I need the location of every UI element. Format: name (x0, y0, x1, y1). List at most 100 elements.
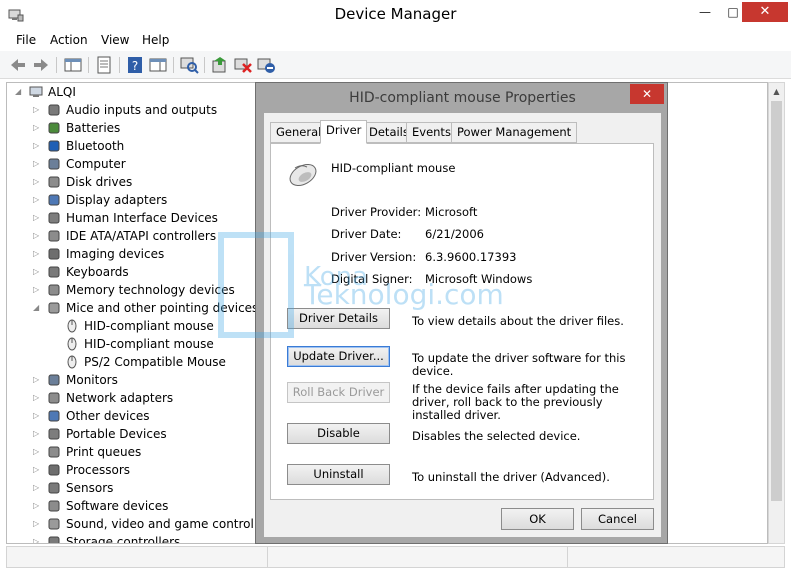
tree-item-label: PS/2 Compatible Mouse (84, 355, 226, 369)
update-driver-button[interactable]: Update Driver... (287, 346, 390, 367)
toolbar-separator (204, 57, 205, 73)
forward-arrow-icon[interactable] (31, 55, 51, 75)
dialog-title: HID-compliant mouse Properties (349, 90, 576, 106)
toolbar: ? (0, 51, 791, 79)
driver-details-button[interactable]: Driver Details (287, 308, 390, 329)
expand-arrow-icon[interactable]: ▷ (33, 515, 43, 533)
toolbar-separator (173, 57, 174, 73)
tree-item-label: Print queues (66, 445, 142, 459)
tree-item-label: HID-compliant mouse (84, 319, 214, 333)
tree-item-label: HID-compliant mouse (84, 337, 214, 351)
expand-arrow-icon[interactable]: ▷ (33, 425, 43, 443)
expand-arrow-icon[interactable]: ▷ (33, 533, 43, 543)
collapse-arrow-icon[interactable]: ◢ (15, 83, 25, 101)
expand-arrow-icon[interactable]: ▷ (33, 389, 43, 407)
category-icon (48, 500, 60, 512)
expand-arrow-icon[interactable]: ▷ (33, 101, 43, 119)
driver-provider-value: Microsoft (425, 205, 478, 219)
category-icon (48, 176, 60, 188)
scan-hardware-icon[interactable] (179, 55, 199, 75)
scroll-up-arrow-icon[interactable]: ▲ (769, 83, 784, 100)
expand-arrow-icon[interactable]: ▷ (33, 281, 43, 299)
help-icon[interactable]: ? (125, 55, 145, 75)
tree-item-label: Memory technology devices (66, 283, 235, 297)
action-pane-icon[interactable] (148, 55, 168, 75)
scrollbar-thumb[interactable] (771, 101, 782, 501)
expand-arrow-icon[interactable]: ▷ (33, 407, 43, 425)
category-icon (48, 266, 60, 278)
category-icon (48, 230, 60, 242)
cancel-button[interactable]: Cancel (581, 508, 654, 530)
menu-view[interactable]: View (101, 32, 129, 48)
expand-arrow-icon[interactable]: ▷ (33, 479, 43, 497)
properties-icon[interactable] (94, 55, 114, 75)
mouse-device-icon (67, 319, 77, 333)
menu-help[interactable]: Help (142, 32, 169, 48)
driver-details-description: To view details about the driver files. (412, 314, 624, 328)
expand-arrow-icon[interactable]: ▷ (33, 227, 43, 245)
tab-general[interactable]: General (270, 122, 328, 143)
expand-arrow-icon[interactable]: ▷ (33, 461, 43, 479)
update-driver-description: To update the driver software for this d… (412, 351, 626, 378)
ok-button[interactable]: OK (501, 508, 574, 530)
title-bar: Device Manager — □ ✕ (0, 0, 791, 30)
back-arrow-icon[interactable] (8, 55, 28, 75)
category-icon (48, 212, 60, 224)
mouse-icon (289, 164, 317, 186)
tree-item-label: Sound, video and game controllers (66, 517, 276, 531)
tree-item-label: Storage controllers (66, 535, 181, 544)
expand-arrow-icon[interactable]: ▷ (33, 443, 43, 461)
device-name: HID-compliant mouse (331, 161, 456, 175)
tree-item-label: IDE ATA/ATAPI controllers (66, 229, 217, 243)
tree-item-label: Sensors (66, 481, 114, 495)
category-icon (48, 158, 60, 170)
properties-dialog: HID-compliant mouse Properties ✕ General… (255, 82, 668, 544)
expand-arrow-icon[interactable]: ▷ (33, 245, 43, 263)
category-icon (48, 122, 60, 134)
tree-root-label: ALQI (48, 85, 76, 99)
category-icon (48, 464, 60, 476)
tab-driver[interactable]: Driver (320, 120, 368, 144)
status-bar (6, 546, 785, 568)
expand-arrow-icon[interactable]: ▷ (33, 173, 43, 191)
expand-arrow-icon[interactable]: ▷ (33, 371, 43, 389)
tree-item-label: Network adapters (66, 391, 174, 405)
disable-description: Disables the selected device. (412, 429, 581, 443)
dialog-close-button[interactable]: ✕ (630, 84, 664, 104)
vertical-scrollbar[interactable]: ▲ (768, 82, 785, 544)
category-icon (48, 410, 60, 422)
tab-power-management[interactable]: Power Management (451, 122, 578, 143)
tab-events[interactable]: Events (406, 122, 457, 143)
mouse-device-icon (67, 355, 77, 369)
menu-file[interactable]: File (16, 32, 36, 48)
expand-arrow-icon[interactable]: ▷ (33, 119, 43, 137)
category-icon (48, 392, 60, 404)
tree-item-label: Software devices (66, 499, 169, 513)
collapse-arrow-icon[interactable]: ◢ (33, 299, 43, 317)
driver-version-value: 6.3.9600.17393 (425, 250, 517, 264)
minimize-button[interactable]: — (692, 2, 718, 22)
expand-arrow-icon[interactable]: ▷ (33, 497, 43, 515)
toolbar-separator (56, 57, 57, 73)
tree-item-label: Portable Devices (66, 427, 167, 441)
tree-item-label: Computer (66, 157, 126, 171)
window-title: Device Manager (334, 5, 457, 23)
show-hide-tree-icon[interactable] (63, 55, 83, 75)
update-driver-icon[interactable] (210, 55, 230, 75)
expand-arrow-icon[interactable]: ▷ (33, 209, 43, 227)
uninstall-description: To uninstall the driver (Advanced). (412, 470, 610, 484)
uninstall-button[interactable]: Uninstall (287, 464, 390, 485)
tree-item-label: Disk drives (66, 175, 133, 189)
driver-tab-panel: HID-compliant mouse Driver Provider: Mic… (270, 143, 654, 500)
expand-arrow-icon[interactable]: ▷ (33, 263, 43, 281)
expand-arrow-icon[interactable]: ▷ (33, 137, 43, 155)
category-icon (48, 518, 60, 530)
disable-device-icon[interactable] (256, 55, 276, 75)
roll-back-driver-button[interactable]: Roll Back Driver (287, 382, 390, 403)
expand-arrow-icon[interactable]: ▷ (33, 191, 43, 209)
close-button[interactable]: ✕ (742, 2, 788, 22)
disable-button[interactable]: Disable (287, 423, 390, 444)
uninstall-device-icon[interactable] (233, 55, 253, 75)
menu-action[interactable]: Action (50, 32, 88, 48)
expand-arrow-icon[interactable]: ▷ (33, 155, 43, 173)
